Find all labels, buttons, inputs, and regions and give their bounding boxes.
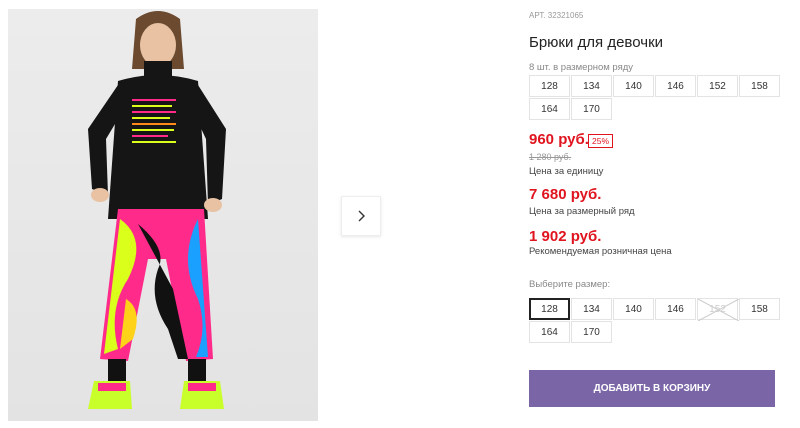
product-image[interactable]: [8, 9, 318, 421]
size-option-158[interactable]: 158: [739, 298, 780, 320]
size-option-164[interactable]: 164: [529, 321, 570, 343]
size-picker-label: Выберите размер:: [529, 279, 611, 290]
product-title: Брюки для девочки: [529, 34, 664, 51]
size-option-label: 146: [667, 303, 684, 315]
size-option-140[interactable]: 140: [613, 298, 654, 320]
row-price: 7 680 руб.: [529, 186, 602, 203]
product-photo: [8, 9, 318, 421]
pack-size-cell: 158: [739, 75, 780, 97]
row-price-caption: Цена за размерный ряд: [529, 206, 635, 217]
size-option-label: 164: [541, 326, 558, 338]
size-option-label: 140: [625, 303, 642, 315]
unit-price-caption: Цена за единицу: [529, 166, 604, 177]
chevron-right-icon: [358, 210, 365, 222]
unit-price: 960 руб.: [529, 131, 589, 148]
pack-size-cell: 170: [571, 98, 612, 120]
rrp-price: 1 902 руб.: [529, 228, 602, 245]
size-option-134[interactable]: 134: [571, 298, 612, 320]
pack-size-cell: 164: [529, 98, 570, 120]
size-option-label: 128: [541, 303, 558, 315]
pack-size-cell: 140: [613, 75, 654, 97]
pack-size-grid: 128 134 140 146 152 158 164 170: [529, 75, 780, 120]
size-picker-grid: 128 134 140 146 152 158 164 170: [529, 298, 780, 343]
pack-size-cell: 134: [571, 75, 612, 97]
pack-size-cell: 128: [529, 75, 570, 97]
add-to-cart-button[interactable]: ДОБАВИТЬ В КОРЗИНУ: [529, 370, 775, 407]
size-option-label: 170: [583, 326, 600, 338]
old-price: 1 280 руб.: [529, 152, 572, 162]
size-option-146[interactable]: 146: [655, 298, 696, 320]
next-image-button[interactable]: [341, 196, 381, 236]
pack-size-cell: 146: [655, 75, 696, 97]
discount-badge: 25%: [588, 134, 614, 148]
size-option-128[interactable]: 128: [529, 298, 570, 320]
article-number: АРТ. 32321065: [529, 11, 584, 20]
size-option-label: 158: [751, 303, 768, 315]
unavailable-cross-icon: [698, 299, 739, 321]
rrp-caption: Рекомендуемая розничная цена: [529, 246, 672, 257]
size-option-170[interactable]: 170: [571, 321, 612, 343]
pack-caption: 8 шт. в размерном ряду: [529, 62, 634, 73]
size-option-152: 152: [697, 298, 739, 321]
size-option-label: 134: [583, 303, 600, 315]
pack-size-cell: 152: [697, 75, 738, 97]
